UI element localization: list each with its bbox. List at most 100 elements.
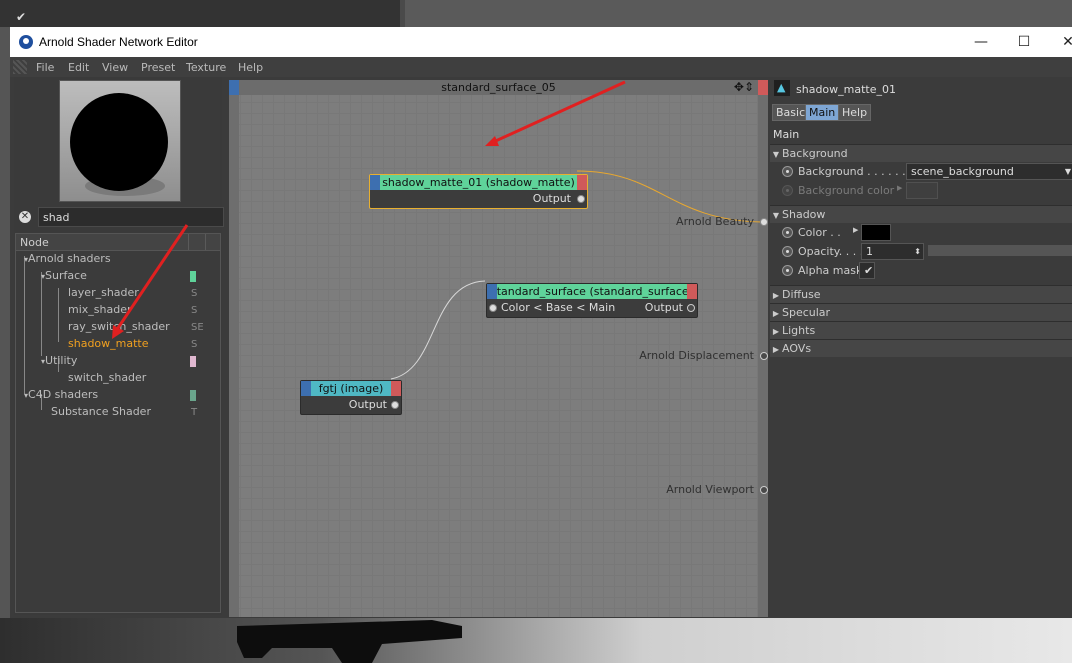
group-diffuse[interactable]: ▶ Diffuse xyxy=(770,285,1072,303)
opacity-input[interactable]: 1 ⬍ xyxy=(861,243,924,260)
minimize-button[interactable]: — xyxy=(971,33,991,51)
group-aovs[interactable]: ▶ AOVs xyxy=(770,339,1072,357)
clear-search-icon[interactable]: ✕ xyxy=(19,211,31,223)
shadow-color-swatch[interactable] xyxy=(861,224,891,241)
alpha-mask-checkbox[interactable]: ✔ xyxy=(859,262,875,279)
opacity-value: 1 xyxy=(866,245,873,258)
node-header[interactable]: standard_surface (standard_surface) xyxy=(487,284,697,299)
group-lights[interactable]: ▶ Lights xyxy=(770,321,1072,339)
attr-opacity: Opacity. . . . 1 ⬍ xyxy=(770,242,1072,261)
tree-item-switch-shader[interactable]: switch_shader xyxy=(68,371,146,387)
menu-file[interactable]: File xyxy=(36,61,54,74)
wire-image-to-standard-surface xyxy=(390,280,486,380)
node-header-right-marker xyxy=(391,381,401,396)
tree-header-node[interactable]: Node xyxy=(20,236,49,249)
output-arnold-viewport-port[interactable] xyxy=(760,486,768,494)
opacity-label: Opacity. . . . xyxy=(798,245,864,258)
background-dropdown-value: scene_background xyxy=(911,165,1014,178)
background-color-swatch[interactable] xyxy=(906,182,938,199)
cinema4d-app-icon xyxy=(19,35,33,49)
preview-sphere xyxy=(70,93,168,191)
close-button[interactable]: ✕ xyxy=(1058,33,1072,51)
output-port-label: Output xyxy=(348,398,387,411)
output-port-label: Output xyxy=(644,301,683,314)
tree-guide-line xyxy=(58,288,59,342)
background-viewport-bottom xyxy=(0,618,1072,663)
output-port-dot[interactable] xyxy=(391,401,399,409)
background-label: Background . . . . . . . xyxy=(798,165,913,178)
background-viewport xyxy=(405,0,1072,27)
input-port-dot[interactable] xyxy=(489,304,497,312)
tree-item-c4d-shaders[interactable]: ▾C4D shaders xyxy=(24,388,98,404)
arnold-logo-icon xyxy=(774,80,790,96)
node-title: standard_surface (standard_surface) xyxy=(491,285,693,298)
menu-preset[interactable]: Preset xyxy=(141,61,175,74)
input-port-label: Color < Base < Main xyxy=(501,301,616,314)
menu-edit[interactable]: Edit xyxy=(68,61,89,74)
menu-help[interactable]: Help xyxy=(238,61,263,74)
tree-item-arnold-shaders[interactable]: ▾Arnold shaders xyxy=(24,252,111,268)
tree-item-label: Substance Shader xyxy=(51,405,151,418)
tab-help[interactable]: Help xyxy=(838,104,872,121)
maximize-button[interactable]: ☐ xyxy=(1014,33,1034,51)
group-background[interactable]: ▼ Background xyxy=(770,144,1072,162)
tab-main[interactable]: Main xyxy=(805,104,840,121)
background-app-strip: ✔ xyxy=(0,0,1072,27)
column-divider xyxy=(205,234,206,250)
animate-toggle[interactable] xyxy=(782,185,793,196)
expand-arrow-icon[interactable]: ▶ xyxy=(853,226,858,234)
animate-toggle[interactable] xyxy=(782,227,793,238)
node-body: Output xyxy=(380,191,587,207)
node-header[interactable]: shadow_matte_01 (shadow_matte) xyxy=(370,175,587,190)
node-body: Output xyxy=(311,397,401,413)
tree-item-label: switch_shader xyxy=(68,371,147,384)
background-color-label: Background color xyxy=(798,184,895,197)
section-main: Main xyxy=(770,126,1072,143)
output-arnold-displacement-port[interactable] xyxy=(760,352,768,360)
tree-item-utility[interactable]: ▾Utility xyxy=(41,354,77,370)
menu-view[interactable]: View xyxy=(102,61,128,74)
tree-item-substance-shader[interactable]: Substance Shader xyxy=(51,405,151,421)
node-image[interactable]: fgtj (image) Output xyxy=(300,380,402,415)
expanded-arrow-icon: ▼ xyxy=(772,150,780,159)
background-dropdown[interactable]: scene_background ▼ xyxy=(906,163,1072,180)
collapsed-arrow-icon: ▶ xyxy=(772,327,780,336)
background-toolbar xyxy=(0,0,400,27)
expand-arrow-icon[interactable]: ▶ xyxy=(897,184,902,192)
animate-toggle[interactable] xyxy=(782,246,793,257)
group-label: Shadow xyxy=(782,208,826,221)
alpha-mask-label: Alpha mask xyxy=(798,264,863,277)
tab-basic[interactable]: Basic xyxy=(772,104,810,121)
animate-toggle[interactable] xyxy=(782,265,793,276)
group-label: Background xyxy=(782,147,848,160)
annotation-arrow-head xyxy=(485,136,499,146)
opacity-slider[interactable] xyxy=(928,245,1072,256)
chevron-down-icon: ▼ xyxy=(1064,167,1071,176)
node-canvas[interactable]: standard_surface_05 ✥⇕ shadow_matte_01 (… xyxy=(229,80,768,617)
output-arnold-beauty-port[interactable] xyxy=(760,218,768,226)
tree-item-surface[interactable]: ▾Surface xyxy=(41,269,87,285)
node-header[interactable]: fgtj (image) xyxy=(301,381,401,396)
node-header-left-marker xyxy=(370,175,380,190)
tree-item-label: Surface xyxy=(45,269,87,282)
node-header-left-marker xyxy=(487,284,497,299)
group-shadow[interactable]: ▼ Shadow xyxy=(770,205,1072,223)
annotation-arrow-line xyxy=(114,224,189,332)
animate-toggle[interactable] xyxy=(782,166,793,177)
node-shadow-matte[interactable]: shadow_matte_01 (shadow_matte) Output xyxy=(369,174,588,209)
output-arnold-beauty-label: Arnold Beauty xyxy=(676,215,754,228)
group-specular[interactable]: ▶ Specular xyxy=(770,303,1072,321)
spinner-icon[interactable]: ⬍ xyxy=(914,244,921,259)
viewport-model xyxy=(237,620,462,663)
attr-background: Background . . . . . . . scene_backgroun… xyxy=(770,162,1072,181)
output-port-dot[interactable] xyxy=(577,195,585,203)
menu-grip-icon[interactable] xyxy=(13,60,27,74)
node-standard-surface[interactable]: standard_surface (standard_surface) Colo… xyxy=(486,283,698,318)
attr-alpha-mask: Alpha mask ✔ xyxy=(770,261,1072,280)
c4d-color-swatch xyxy=(190,390,196,401)
output-port-dot[interactable] xyxy=(687,304,695,312)
material-preview xyxy=(59,80,181,202)
output-arnold-displacement-label: Arnold Displacement xyxy=(639,349,754,362)
attr-background-color: Background color ▶ xyxy=(770,181,1072,200)
menu-texture[interactable]: Texture xyxy=(186,61,226,74)
